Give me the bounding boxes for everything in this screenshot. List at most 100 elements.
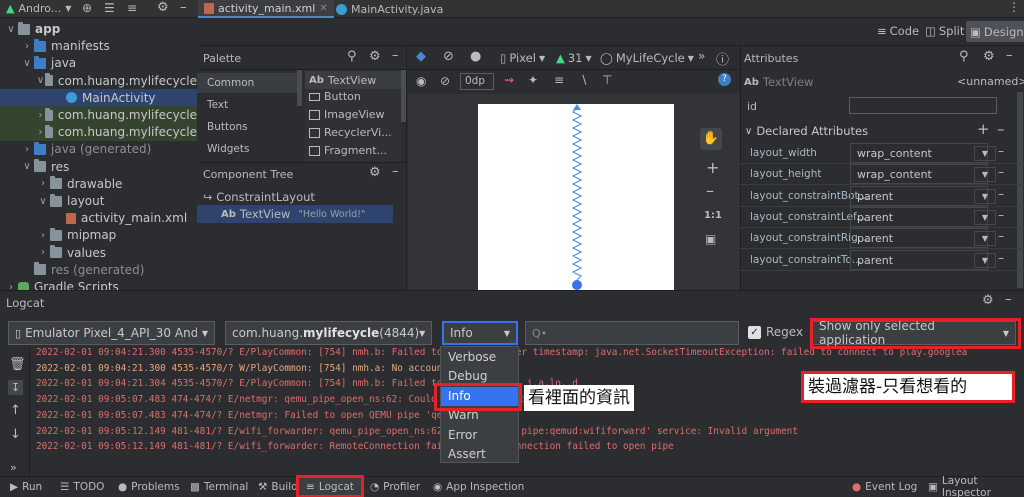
process-dropdown[interactable]: com.huang. mylifecycle (4844) ▼ [225, 321, 432, 345]
magnet-icon[interactable]: ⊘ [440, 74, 450, 88]
expand-arrow-icon[interactable]: ∨ [20, 58, 34, 69]
arrow-up-icon[interactable]: ↑ [10, 403, 21, 418]
device-screen[interactable] [478, 104, 674, 290]
project-tree-item[interactable]: ∨ java [0, 54, 197, 72]
level-option-assert[interactable]: Assert [441, 445, 518, 464]
minimize-icon[interactable]: – [998, 208, 1004, 222]
log-level-dropdown[interactable]: Info ▼ [442, 321, 518, 345]
project-tree-item[interactable]: › java (generated) [0, 140, 197, 158]
expand-arrow-icon[interactable]: › [36, 110, 45, 121]
expand-arrow-icon[interactable]: › [20, 144, 34, 155]
project-tree-item[interactable]: ∨ layout [0, 192, 197, 210]
trash-icon[interactable]: 🗑 [9, 357, 26, 372]
expand-arrow-icon[interactable]: ∨ [4, 24, 18, 35]
more-icon[interactable]: » [698, 49, 705, 63]
pan-button[interactable]: ✋ [700, 128, 722, 150]
tab-activity-main[interactable]: activity_main.xml ✕ [198, 0, 334, 18]
minimize-icon[interactable]: – [998, 144, 1004, 158]
todo-tab[interactable]: ☰ TODO [60, 477, 104, 497]
level-option-error[interactable]: Error [441, 426, 518, 445]
declared-attributes-section[interactable]: ∨ Declared Attributes [745, 124, 868, 138]
expand-arrow-icon[interactable]: ∨ [20, 161, 34, 172]
attribute-value[interactable]: wrap_content [850, 143, 988, 163]
minimize-icon[interactable]: – [998, 165, 1004, 179]
tree-child-textview[interactable]: Ab TextView "Hello World!" [197, 205, 393, 223]
close-icon[interactable]: ✕ [319, 3, 327, 14]
split-button[interactable]: ◫ Split [925, 24, 964, 38]
minimize-icon[interactable]: – [392, 48, 399, 63]
minimize-icon[interactable]: – [998, 251, 1004, 265]
terminal-tab[interactable]: ▩ Terminal [190, 477, 248, 497]
items-scrollbar[interactable] [401, 70, 406, 122]
tree-root[interactable]: ↪ ConstraintLayout [203, 190, 315, 204]
category-common[interactable]: Common [197, 73, 297, 93]
expand-arrow-icon[interactable]: › [36, 127, 45, 138]
minimize-icon[interactable]: – [1005, 292, 1012, 307]
palette-item-button[interactable]: Button [305, 90, 361, 103]
palette-item-imageview[interactable]: ImageView [305, 108, 385, 121]
project-tree-item[interactable]: MainActivity [0, 88, 197, 107]
build-tab[interactable]: ⚒ Build [258, 477, 298, 497]
more-icon[interactable]: » [10, 461, 17, 474]
palette-scrollbar[interactable] [297, 70, 302, 106]
attribute-value[interactable]: parent [850, 228, 988, 249]
gear-icon[interactable]: ⚙ [157, 0, 169, 15]
code-button[interactable]: ≡ Code [877, 24, 919, 38]
log-search-input[interactable]: Q• [525, 321, 739, 345]
device-selector[interactable]: ▯ Pixel ▼ [500, 51, 545, 65]
clear-constraints-icon[interactable]: ⇝ [504, 73, 514, 87]
expand-arrow-icon[interactable]: ∨ [36, 75, 45, 86]
remove-attribute-button[interactable]: – [997, 120, 1005, 138]
palette-item-textview[interactable]: Ab TextView [305, 71, 401, 89]
project-tree-item[interactable]: › Gradle Scripts [0, 278, 197, 290]
level-option-verbose[interactable]: Verbose [441, 348, 518, 367]
expand-arrow-icon[interactable]: › [4, 282, 18, 291]
palette-item-fragment[interactable]: Fragment... [305, 144, 387, 157]
zoom-in-button[interactable]: + [706, 158, 719, 177]
sort-icon[interactable]: ≡ [127, 1, 137, 15]
gear-icon[interactable]: ⚙ [369, 165, 381, 180]
category-text[interactable]: Text [207, 99, 228, 111]
warning-icon[interactable]: ⓘ [716, 49, 729, 68]
expand-arrow-icon[interactable]: ∨ [36, 196, 50, 207]
baseline-icon[interactable]: ⊤ [602, 73, 612, 87]
chevron-down-icon[interactable]: ▼ [974, 231, 996, 247]
expand-arrow-icon[interactable]: › [36, 178, 50, 189]
tab-main-activity[interactable]: MainActivity.java [330, 0, 449, 18]
project-tree-item[interactable]: res (generated) [0, 261, 197, 279]
help-icon[interactable]: ? [718, 73, 731, 86]
attribute-value[interactable]: parent [850, 185, 988, 206]
run-tab[interactable]: ▶ Run [10, 477, 42, 497]
app-inspection-tab[interactable]: ◉ App Inspection [433, 477, 524, 497]
gear-icon[interactable]: ⚙ [982, 293, 994, 308]
project-tree-item[interactable]: › mipmap [0, 226, 197, 244]
search-icon[interactable]: ⚲ [347, 49, 357, 64]
project-tree-item[interactable]: ∨ res [0, 158, 197, 176]
expand-arrow-icon[interactable]: › [20, 41, 34, 52]
profiler-tab[interactable]: ◔ Profiler [370, 477, 420, 497]
palette-item-recyclerview[interactable]: RecyclerVi... [305, 126, 392, 139]
minimize-icon[interactable]: – [180, 0, 187, 15]
chevron-down-icon[interactable]: ▼ [974, 252, 996, 268]
align-icon[interactable]: ≡ [554, 73, 564, 87]
fit-screen-icon[interactable]: ▣ [705, 232, 716, 246]
regex-checkbox[interactable]: ✓ Regex [748, 325, 803, 339]
project-tree-item[interactable]: ∨ com.huang.mylifecycle [0, 72, 197, 90]
gear-icon[interactable]: ⚙ [983, 49, 995, 64]
arrow-down-icon[interactable]: ↓ [10, 427, 21, 442]
guidelines-icon[interactable]: ∖ [580, 73, 588, 87]
project-tree-item[interactable]: › drawable [0, 175, 197, 193]
zoom-ratio[interactable]: 1:1 [704, 210, 722, 221]
category-widgets[interactable]: Widgets [207, 143, 249, 155]
night-mode-icon[interactable]: ● [470, 49, 481, 64]
expand-arrow-icon[interactable]: › [36, 230, 50, 241]
search-icon[interactable]: ⚲ [959, 49, 969, 64]
category-buttons[interactable]: Buttons [207, 121, 248, 133]
api-selector[interactable]: ▲ 31 ▼ [556, 51, 592, 65]
minimize-icon[interactable]: – [998, 229, 1004, 243]
attribute-value[interactable]: wrap_content [850, 164, 988, 185]
more-tabs-icon[interactable]: ⋮ [1008, 0, 1020, 14]
collapse-icon[interactable]: ☰ [104, 1, 115, 15]
expand-arrow-icon[interactable]: › [36, 247, 50, 258]
design-button[interactable]: ▣ Design [966, 21, 1024, 42]
